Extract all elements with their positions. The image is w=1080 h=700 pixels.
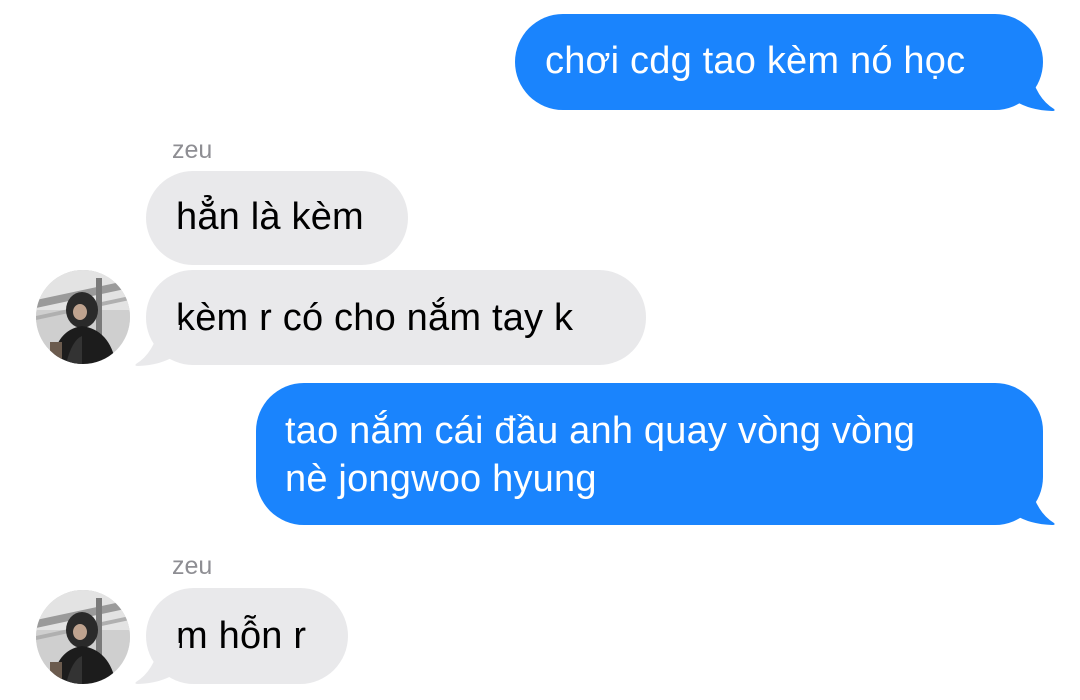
message-thread: chơi cdg tao kèm nó học zeu hẳn là kèm k… xyxy=(0,0,1080,700)
incoming-message-bubble[interactable]: kèm r có cho nắm tay k xyxy=(146,270,646,365)
message-text-line: tao nắm cái đầu anh quay vòng vòng xyxy=(285,410,916,452)
outgoing-bubble-tail xyxy=(1010,484,1055,525)
incoming-bubble-tail xyxy=(135,325,180,366)
contact-avatar[interactable] xyxy=(36,270,130,364)
message-text: m hỗn r xyxy=(176,615,307,657)
sender-name: zeu xyxy=(172,552,213,580)
outgoing-bubble-tail xyxy=(1010,70,1055,111)
outgoing-message-bubble[interactable]: chơi cdg tao kèm nó học xyxy=(515,14,1043,110)
outgoing-message-bubble[interactable]: tao nắm cái đầu anh quay vòng vòng nè jo… xyxy=(256,383,1043,525)
contact-avatar[interactable] xyxy=(36,590,130,684)
incoming-bubble-tail xyxy=(135,643,180,684)
message-text: hẳn là kèm xyxy=(176,196,364,238)
incoming-message-bubble[interactable]: hẳn là kèm xyxy=(146,171,408,265)
sender-name: zeu xyxy=(172,136,213,164)
message-text-line: nè jongwoo hyung xyxy=(285,458,597,500)
message-text: kèm r có cho nắm tay k xyxy=(176,297,574,339)
avatar-photo-icon xyxy=(36,590,130,684)
message-text: chơi cdg tao kèm nó học xyxy=(545,40,966,82)
avatar-photo-icon xyxy=(36,270,130,364)
